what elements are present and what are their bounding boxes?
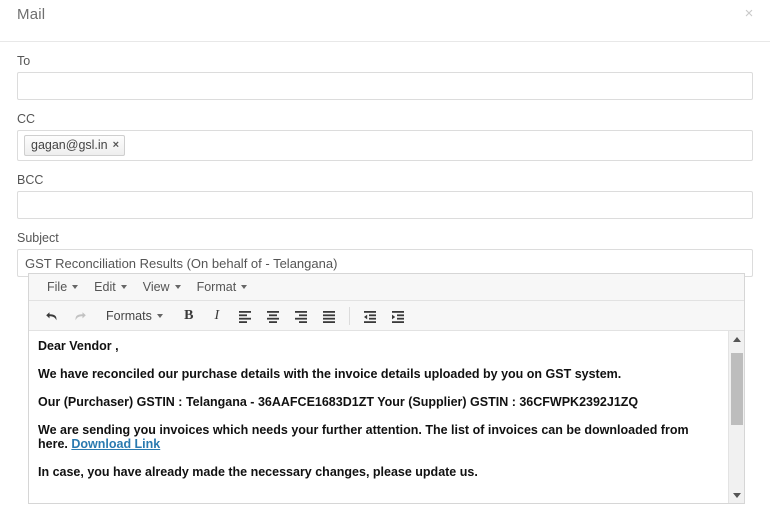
page-title: Mail <box>17 6 46 23</box>
formats-dropdown[interactable]: Formats <box>99 306 170 326</box>
recipient-chip[interactable]: gagan@gsl.in × <box>24 135 126 156</box>
editor-toolbar: Formats B I <box>29 301 744 331</box>
menu-item-format[interactable]: Format <box>189 277 256 297</box>
dialog-header: Mail × <box>0 0 770 42</box>
to-label: To <box>17 54 31 68</box>
menu-item-file-label: File <box>47 280 68 294</box>
bcc-input[interactable] <box>17 191 753 219</box>
body-paragraph-2: Our (Purchaser) GSTIN : Telangana - 36AA… <box>38 395 639 409</box>
redo-icon[interactable] <box>67 304 93 328</box>
align-center-icon[interactable] <box>260 304 286 328</box>
editor-scrollbar[interactable] <box>728 331 744 503</box>
outdent-icon[interactable] <box>357 304 383 328</box>
recipient-chip-label: gagan@gsl.in <box>31 138 108 152</box>
remove-recipient-icon[interactable]: × <box>113 137 119 153</box>
toolbar-separator <box>348 306 350 325</box>
email-body-content[interactable]: Dear Vendor , We have reconciled our pur… <box>29 331 744 501</box>
menu-item-format-label: Format <box>196 280 237 294</box>
scroll-up-arrow-icon[interactable] <box>729 331 744 347</box>
align-right-icon[interactable] <box>288 304 314 328</box>
menu-item-file[interactable]: File <box>39 277 86 297</box>
rich-text-editor: File Edit View Format Formats B I Dear V… <box>28 273 745 504</box>
compose-form: To CC gagan@gsl.in × BCC Subject <box>0 54 770 277</box>
close-icon[interactable]: × <box>740 5 758 23</box>
align-justify-icon[interactable] <box>316 304 342 328</box>
editor-body[interactable]: Dear Vendor , We have reconciled our pur… <box>29 331 744 503</box>
body-paragraph-3: We are sending you invoices which needs … <box>38 423 718 451</box>
menu-item-view-label: View <box>142 280 170 294</box>
bold-icon[interactable]: B <box>176 304 202 328</box>
body-paragraph-4: In case, you have already made the neces… <box>38 465 478 479</box>
menu-item-view[interactable]: View <box>135 277 189 297</box>
chevron-down-icon <box>174 285 181 289</box>
editor-menubar: File Edit View Format <box>29 274 744 301</box>
bcc-label: BCC <box>17 173 44 187</box>
scroll-down-arrow-icon[interactable] <box>729 487 744 503</box>
subject-label: Subject <box>17 231 59 245</box>
chevron-down-icon <box>241 285 248 289</box>
scrollbar-thumb[interactable] <box>731 353 743 425</box>
menu-item-edit[interactable]: Edit <box>86 277 135 297</box>
formats-dropdown-label: Formats <box>106 308 152 323</box>
chevron-down-icon <box>156 313 163 318</box>
chevron-down-icon <box>72 285 79 289</box>
body-greeting: Dear Vendor , <box>38 339 119 353</box>
italic-icon[interactable]: I <box>204 304 230 328</box>
download-link[interactable]: Download Link <box>71 437 160 451</box>
to-input[interactable] <box>17 72 753 100</box>
chevron-down-icon <box>120 285 127 289</box>
body-paragraph-1: We have reconciled our purchase details … <box>38 367 622 381</box>
undo-icon[interactable] <box>39 304 65 328</box>
indent-icon[interactable] <box>385 304 411 328</box>
cc-label: CC <box>17 112 36 126</box>
triangle-up-glyph <box>732 336 741 342</box>
align-left-icon[interactable] <box>232 304 258 328</box>
triangle-down-glyph <box>732 492 741 498</box>
menu-item-edit-label: Edit <box>94 280 116 294</box>
cc-input[interactable]: gagan@gsl.in × <box>17 130 753 161</box>
